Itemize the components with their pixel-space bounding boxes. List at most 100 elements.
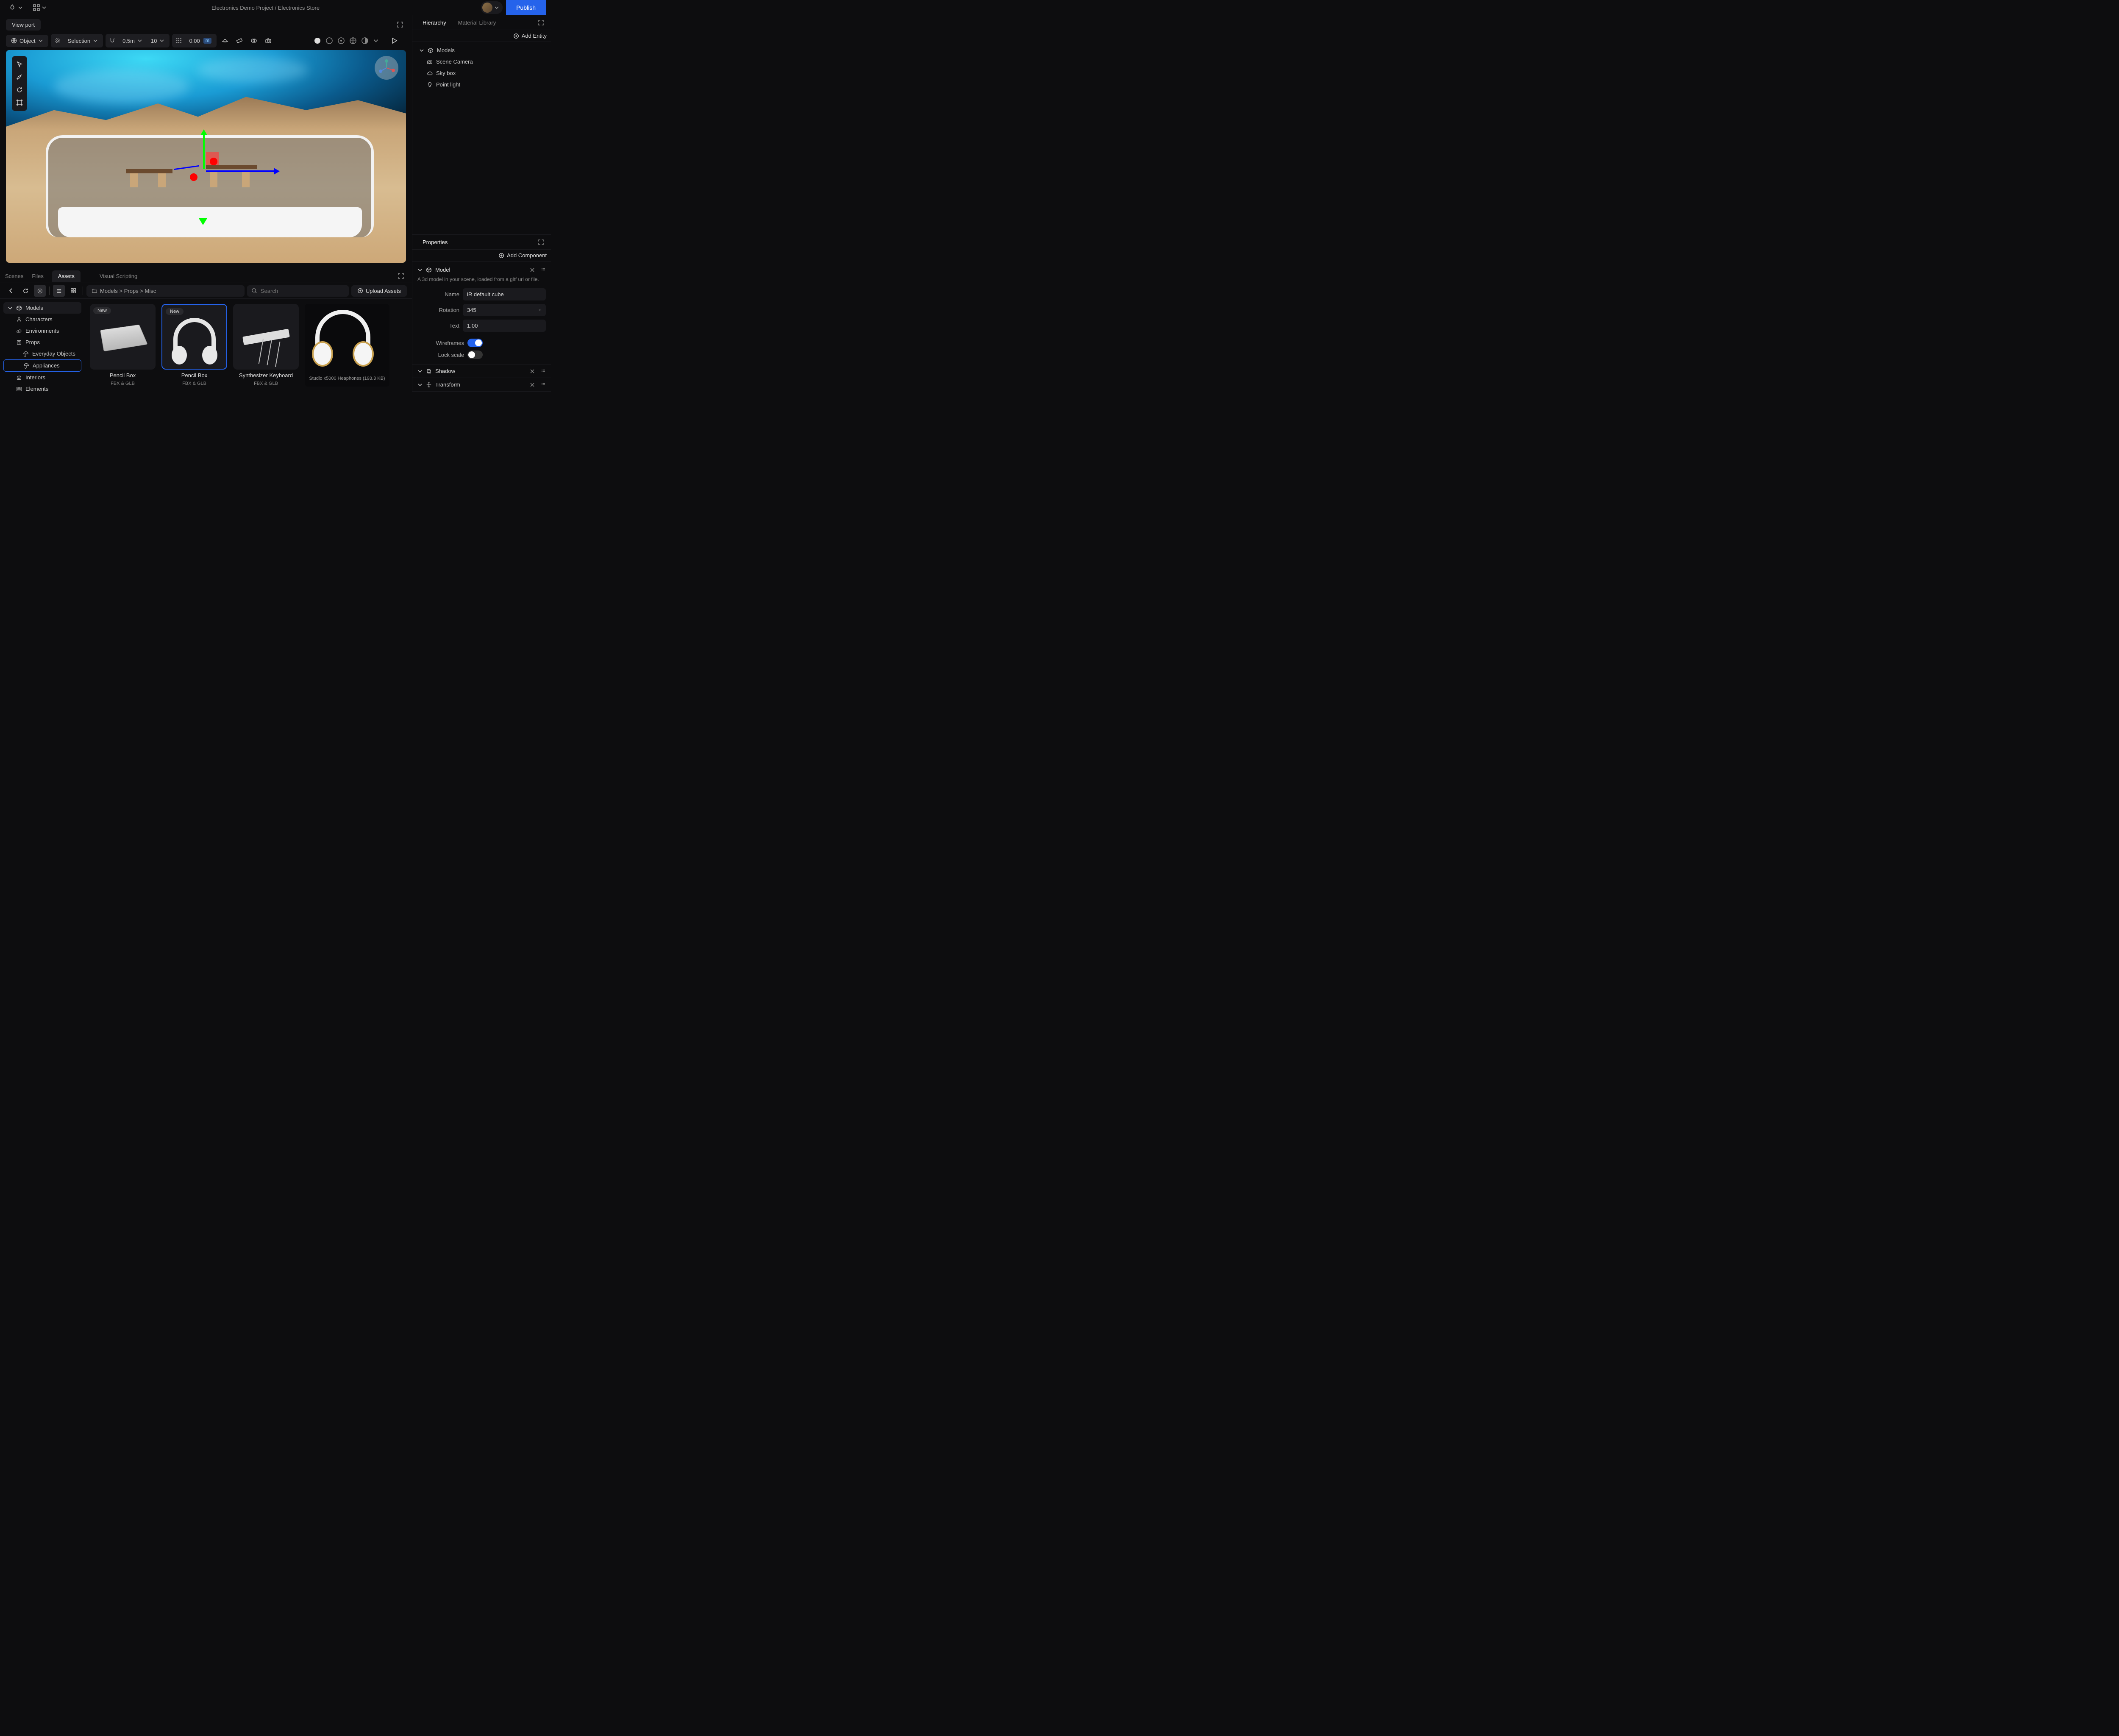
- tab-visual-scripting[interactable]: Visual Scripting: [100, 270, 137, 282]
- user-menu[interactable]: [481, 1, 503, 14]
- asset-format: FBX & GLB: [182, 381, 206, 386]
- assets-search[interactable]: [247, 285, 349, 297]
- overlay-icon[interactable]: [248, 35, 260, 47]
- tab-properties[interactable]: Properties: [417, 236, 453, 248]
- fullscreen-icon[interactable]: [395, 270, 407, 282]
- plus-circle-icon: [357, 288, 363, 294]
- shading-world-icon[interactable]: [349, 37, 357, 45]
- ruler-icon[interactable]: [234, 35, 245, 47]
- snap-distance-dropdown[interactable]: 0.5m: [118, 36, 147, 46]
- layout-menu[interactable]: [30, 3, 50, 13]
- upload-assets-button[interactable]: Upload Assets: [351, 285, 407, 297]
- value-input[interactable]: 0.00m: [185, 36, 215, 46]
- tab-assets[interactable]: Assets: [52, 270, 81, 282]
- gizmo-x-axis[interactable]: [206, 170, 278, 172]
- tab-files[interactable]: Files: [32, 270, 43, 282]
- project-breadcrumb[interactable]: Electronics Demo Project / Electronics S…: [53, 5, 478, 11]
- app-menu[interactable]: [5, 2, 26, 13]
- hierarchy-item-camera[interactable]: Scene Camera: [415, 56, 548, 67]
- name-input[interactable]: [463, 288, 546, 300]
- assets-breadcrumb[interactable]: Models > Props > Misc: [86, 285, 245, 297]
- shading-mat-icon[interactable]: [337, 37, 345, 45]
- shading-render-icon[interactable]: [361, 37, 369, 45]
- preview-caption: Studio x5000 Heaphones (193.3 KB): [309, 376, 385, 381]
- tree-interiors[interactable]: Interiors: [3, 372, 81, 383]
- gizmo-handle[interactable]: [210, 158, 217, 165]
- lockscale-toggle[interactable]: [467, 351, 483, 359]
- tree-environments[interactable]: Environments: [3, 325, 81, 337]
- orbit-icon[interactable]: [219, 35, 231, 47]
- drag-handle-icon[interactable]: [541, 369, 546, 374]
- asset-card[interactable]: Synthesizer Keyboard FBX & GLB: [233, 304, 299, 387]
- pen-tool[interactable]: [14, 71, 25, 83]
- search-input[interactable]: [261, 288, 345, 294]
- gizmo-down-arrow[interactable]: [199, 218, 207, 229]
- axis-widget[interactable]: [375, 56, 398, 80]
- wireframes-toggle[interactable]: [467, 339, 483, 347]
- close-icon[interactable]: [530, 267, 535, 273]
- shading-solid-icon[interactable]: [314, 37, 321, 45]
- list-view-icon[interactable]: [53, 285, 65, 297]
- add-entity-button[interactable]: Add Entity: [513, 33, 547, 39]
- chevron-down-icon: [417, 369, 423, 374]
- asset-preview: Studio x5000 Heaphones (193.3 KB): [305, 304, 389, 387]
- plus-circle-icon: [498, 253, 504, 259]
- camera-icon[interactable]: [262, 35, 274, 47]
- refresh-icon[interactable]: [19, 285, 31, 297]
- snap-icon[interactable]: [106, 35, 118, 47]
- pivot-icon[interactable]: [52, 35, 64, 47]
- chevron-down-icon: [159, 38, 164, 43]
- degree-suffix: ○: [539, 307, 542, 313]
- select-tool[interactable]: [14, 58, 25, 70]
- tree-appliances[interactable]: Appliances: [3, 359, 81, 372]
- shading-wire-icon[interactable]: [325, 37, 333, 45]
- asset-card[interactable]: New Pencil Box FBX & GLB: [90, 304, 156, 387]
- tab-hierarchy[interactable]: Hierarchy: [417, 17, 452, 28]
- fullscreen-icon[interactable]: [394, 19, 406, 31]
- settings-icon[interactable]: [34, 285, 46, 297]
- gizmo-y-axis[interactable]: [203, 131, 205, 169]
- tab-scenes[interactable]: Scenes: [5, 270, 23, 282]
- chevron-down-icon: [417, 382, 423, 387]
- asset-card[interactable]: New Pencil Box FBX & GLB: [161, 304, 227, 387]
- tab-material-library[interactable]: Material Library: [452, 17, 502, 28]
- tree-everyday[interactable]: Everyday Objects: [3, 348, 81, 359]
- grid-view-icon[interactable]: [67, 285, 79, 297]
- viewport-toolbar: Object Selection 0.5m 10: [3, 33, 409, 48]
- drag-handle-icon[interactable]: [541, 267, 546, 273]
- drag-handle-icon[interactable]: [541, 382, 546, 387]
- grid-icon[interactable]: [173, 35, 185, 47]
- chevron-down-icon[interactable]: [417, 267, 423, 273]
- snap-angle-dropdown[interactable]: 10: [147, 36, 169, 46]
- hierarchy-item-light[interactable]: Point light: [415, 79, 548, 90]
- component-shadow[interactable]: Shadow: [412, 364, 551, 378]
- rotation-input[interactable]: [463, 304, 546, 316]
- publish-button[interactable]: Publish: [506, 0, 546, 15]
- hierarchy-item-models[interactable]: Models: [415, 45, 548, 56]
- tree-models[interactable]: Models: [3, 302, 81, 314]
- component-transform[interactable]: Transform: [412, 378, 551, 392]
- tree-props[interactable]: Props: [3, 337, 81, 348]
- close-icon[interactable]: [530, 369, 535, 374]
- text-input[interactable]: [463, 320, 546, 332]
- viewport-canvas[interactable]: [6, 50, 406, 263]
- play-button[interactable]: [387, 35, 401, 47]
- transform-space-dropdown[interactable]: Object: [7, 36, 47, 46]
- hierarchy-item-skybox[interactable]: Sky box: [415, 67, 548, 79]
- bounds-tool[interactable]: [14, 97, 25, 108]
- selection-dropdown[interactable]: Selection: [64, 36, 102, 46]
- refresh-tool[interactable]: [14, 84, 25, 96]
- assets-grid: New Pencil Box FBX & GLB New Pencil Box …: [85, 299, 412, 392]
- umbrella-icon: [23, 363, 29, 369]
- chevron-down-icon[interactable]: [373, 38, 379, 44]
- close-icon[interactable]: [530, 382, 535, 387]
- preview-image: [315, 310, 370, 356]
- tree-elements[interactable]: Elements: [3, 383, 81, 392]
- fullscreen-icon[interactable]: [535, 236, 547, 248]
- viewport-tab[interactable]: View port: [6, 19, 41, 31]
- tree-characters[interactable]: Characters: [3, 314, 81, 325]
- fullscreen-icon[interactable]: [535, 17, 547, 28]
- back-icon[interactable]: [5, 285, 17, 297]
- add-component-button[interactable]: Add Component: [498, 252, 547, 259]
- asset-format: FBX & GLB: [111, 381, 135, 386]
